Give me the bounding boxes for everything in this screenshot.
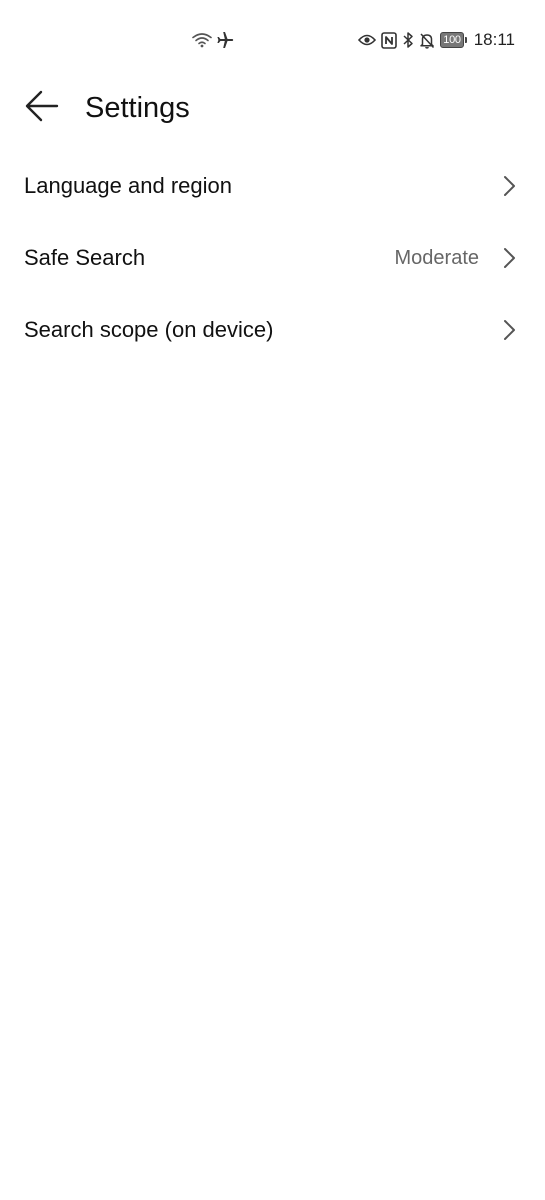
settings-item-label: Safe Search [24, 245, 146, 270]
chevron-right-icon [503, 247, 517, 269]
settings-item-label: Language and region [24, 173, 232, 198]
settings-item-label: Search scope (on device) [24, 317, 274, 342]
back-arrow-icon [25, 90, 59, 127]
settings-item-language-and-region[interactable]: Language and region [0, 150, 545, 222]
status-bar: 100 18:11 [0, 0, 545, 80]
settings-item-search-scope[interactable]: Search scope (on device) [0, 294, 545, 366]
status-right: 100 18:11 [358, 30, 515, 50]
battery-tip [464, 37, 467, 43]
battery-level: 100 [440, 32, 464, 48]
settings-list: Language and region Safe Search Moderate… [0, 150, 545, 366]
notifications-muted-icon [419, 30, 435, 50]
chevron-right-icon [503, 175, 517, 197]
app-bar: Settings [0, 80, 545, 136]
page-title: Settings [85, 92, 190, 124]
status-left [192, 30, 234, 50]
airplane-mode-icon [216, 30, 234, 50]
wifi-icon [192, 30, 212, 50]
nfc-icon [381, 30, 398, 50]
chevron-right-icon [503, 319, 517, 341]
back-button[interactable] [18, 86, 66, 130]
settings-item-safe-search[interactable]: Safe Search Moderate [0, 222, 545, 294]
bluetooth-icon [402, 30, 414, 50]
status-clock: 18:11 [473, 30, 515, 49]
eye-comfort-icon [358, 30, 377, 50]
battery-indicator: 100 [440, 32, 467, 48]
settings-item-value: Moderate [394, 246, 480, 269]
